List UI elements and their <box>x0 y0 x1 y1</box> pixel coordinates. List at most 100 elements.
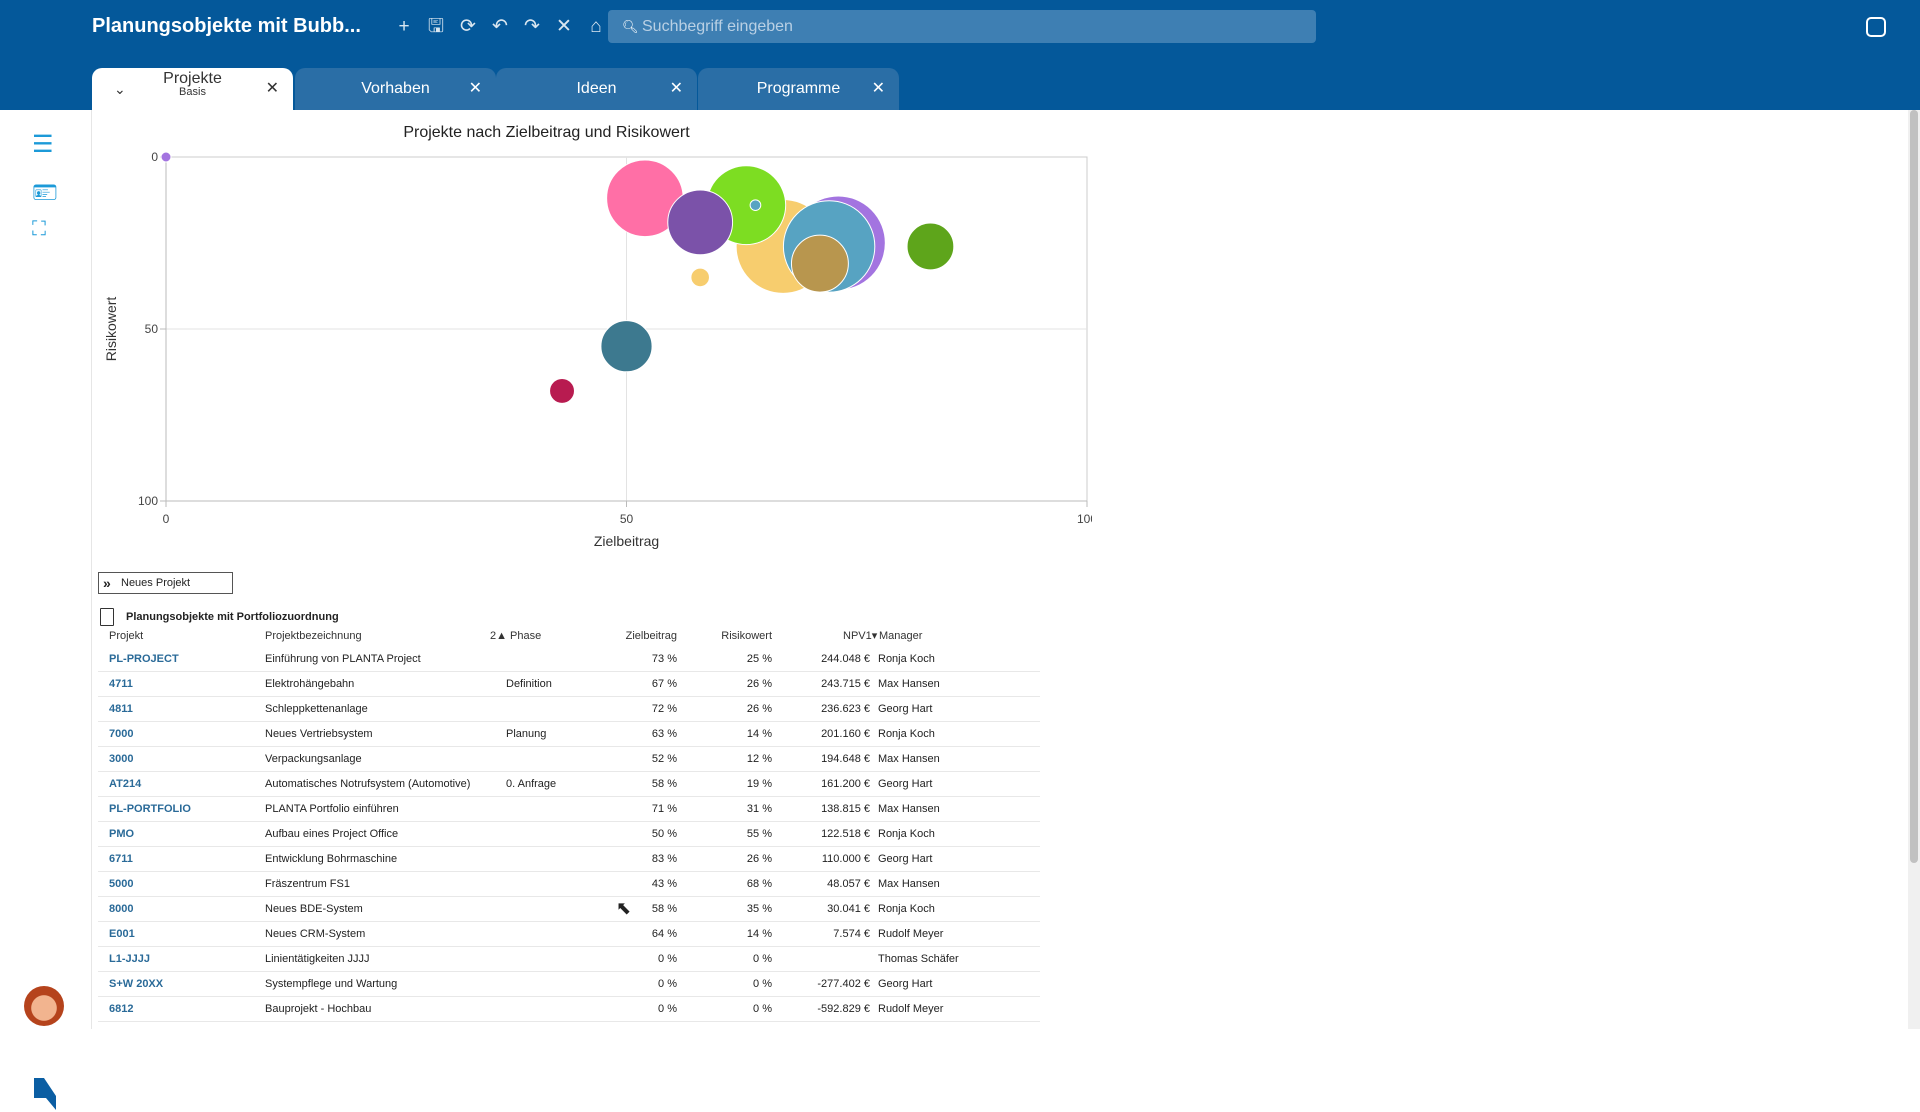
cell-projekt-link[interactable]: 6711 <box>109 847 133 871</box>
new-project-label: Neues Projekt <box>121 577 191 589</box>
tab-label: Projekte <box>163 70 222 87</box>
chevron-down-icon[interactable]: ⌄ <box>114 68 126 110</box>
cell-zielbeitrag: 83 % <box>651 853 677 865</box>
table-row[interactable]: PL-PROJECT Einführung von PLANTA Project 7… <box>98 647 1040 672</box>
table-header: Projekt Projektbezeichnung 2▲ Phase Ziel… <box>98 626 1040 647</box>
col-zielbeitrag[interactable]: Zielbeitrag <box>626 626 677 646</box>
table-row[interactable]: 6711 Entwicklung Bohrmaschine 83 % 26 % 110.… <box>98 847 1040 872</box>
cell-projekt-link[interactable]: E001 <box>109 922 135 946</box>
cell-npv: 161.200 € <box>821 778 870 790</box>
cell-projekt-link[interactable]: 5000 <box>109 872 133 896</box>
table-row[interactable]: 7000 Neues Vertriebsystem Planung 63 % 14 % 2… <box>98 722 1040 747</box>
cell-bezeichnung: Schleppkettenanlage <box>265 703 368 715</box>
chat-icon[interactable] <box>1866 17 1886 37</box>
home-icon[interactable]: ⌂ <box>584 15 608 39</box>
cell-projekt-link[interactable]: 4711 <box>109 672 133 696</box>
cell-projekt-link[interactable]: PMO <box>109 822 134 846</box>
table-row[interactable]: PMO Aufbau eines Project Office 50 % 55 % 12… <box>98 822 1040 847</box>
cell-manager: Thomas Schäfer <box>878 953 959 965</box>
search-input[interactable]: 🔍︎ Suchbegriff eingeben <box>608 10 1316 43</box>
cell-bezeichnung: Entwicklung Bohrmaschine <box>265 853 398 865</box>
cell-manager: Ronja Koch <box>878 728 935 740</box>
close-icon[interactable]: ✕ <box>552 15 576 39</box>
redo-icon[interactable]: ↷ <box>520 15 544 39</box>
plus-icon[interactable]: + <box>392 15 416 39</box>
col-projekt[interactable]: Projekt <box>109 626 143 646</box>
table-row[interactable]: 3000 Verpackungsanlage 52 % 12 % 194.648 € Ma… <box>98 747 1040 772</box>
cell-projekt-link[interactable]: PL-PROJECT <box>109 647 179 671</box>
cell-projekt-link[interactable]: PL-PORTFOLIO <box>109 797 191 821</box>
close-tab-icon[interactable]: ✕ <box>266 68 279 110</box>
org-chart-icon[interactable]: ⛶ <box>32 218 46 241</box>
new-project-button[interactable]: » Neues Projekt <box>98 572 233 594</box>
cell-npv: 243.715 € <box>821 678 870 690</box>
cell-risikowert: 35 % <box>746 903 772 915</box>
table-row[interactable]: E001 Neues CRM-System 64 % 14 % 7.574 € Rudol… <box>98 922 1040 947</box>
cell-zielbeitrag: 50 % <box>651 828 677 840</box>
avatar[interactable] <box>24 986 64 1026</box>
table-row[interactable]: 4711 Elektrohängebahn Definition 67 % 26 % 24… <box>98 672 1040 697</box>
cell-manager: Max Hansen <box>878 878 940 890</box>
x-tick-label: 50 <box>620 512 634 526</box>
mouse-cursor: ⬉ <box>616 898 632 918</box>
table-row[interactable]: PL-PORTFOLIO PLANTA Portfolio einführen 71… <box>98 797 1040 822</box>
cell-zielbeitrag: 63 % <box>651 728 677 740</box>
close-tab-icon[interactable]: ✕ <box>872 68 885 110</box>
tab-ideen[interactable]: Ideen ✕ <box>496 68 697 110</box>
scrollbar[interactable] <box>1908 110 1920 1029</box>
cell-manager: Ronja Koch <box>878 653 935 665</box>
cell-projekt-link[interactable]: 3000 <box>109 747 133 771</box>
cell-projekt-link[interactable]: 8000 <box>109 897 133 921</box>
cell-risikowert: 31 % <box>746 803 772 815</box>
col-npv[interactable]: NPV1▾ <box>843 626 877 646</box>
menu-icon[interactable]: ☰ <box>32 130 54 159</box>
col-risikowert[interactable]: Risikowert <box>721 626 772 646</box>
cell-projekt-link[interactable]: L1-JJJJ <box>109 947 150 971</box>
table-row[interactable]: S+W 20XX Systempflege und Wartung 0 % 0 % -2… <box>98 972 1040 997</box>
table-row[interactable]: 4811 Schleppkettenanlage 72 % 26 % 236.623 €… <box>98 697 1040 722</box>
tab-projekte[interactable]: ⌄ Projekte Basis ✕ <box>92 68 293 110</box>
col-bezeichnung[interactable]: Projektbezeichnung <box>265 626 362 646</box>
cell-projekt-link[interactable]: S+W 20XX <box>109 972 163 996</box>
table-row[interactable]: AT214 Automatisches Notrufsystem (Automot… <box>98 772 1040 797</box>
refresh-icon[interactable]: ⟳ <box>456 15 480 39</box>
save-icon[interactable]: 🖫 <box>424 15 448 39</box>
table-row[interactable]: 8000 Neues BDE-System 58 % 35 % 30.041 € Ronj… <box>98 897 1040 922</box>
cell-manager: Ronja Koch <box>878 828 935 840</box>
cell-risikowert: 14 % <box>746 728 772 740</box>
tab-vorhaben[interactable]: Vorhaben ✕ <box>295 68 496 110</box>
cell-npv: 138.815 € <box>821 803 870 815</box>
cell-projekt-link[interactable]: AT214 <box>109 772 141 796</box>
cell-zielbeitrag: 0 % <box>658 978 677 990</box>
scrollbar-thumb[interactable] <box>1910 110 1918 863</box>
close-tab-icon[interactable]: ✕ <box>670 68 683 110</box>
close-tab-icon[interactable]: ✕ <box>469 68 482 110</box>
table-row[interactable]: 5000 Fräszentrum FS1 43 % 68 % 48.057 € Max H… <box>98 872 1040 897</box>
col-phase[interactable]: 2▲ Phase <box>490 626 541 646</box>
tab-label: Ideen <box>576 80 617 97</box>
undo-icon[interactable]: ↶ <box>488 15 512 39</box>
sidebar: ☰ 🪪︎ ⛶ <box>0 110 92 1110</box>
cell-bezeichnung: PLANTA Portfolio einführen <box>265 803 399 815</box>
cell-manager: Rudolf Meyer <box>878 928 944 940</box>
col-manager[interactable]: Manager <box>879 626 922 646</box>
cell-risikowert: 0 % <box>753 978 772 990</box>
table-row[interactable]: L1-JJJJ Linientätigkeiten JJJJ 0 % 0 % Thoma… <box>98 947 1040 972</box>
table-title: Planungsobjekte mit Portfoliozuordnung <box>98 608 339 626</box>
document-icon <box>100 608 114 626</box>
cell-projekt-link[interactable]: 7000 <box>109 722 133 746</box>
cell-manager: Ronja Koch <box>878 903 935 915</box>
cell-risikowert: 0 % <box>753 1003 772 1015</box>
chart-title: Projekte nach Zielbeitrag und Risikowert <box>403 124 690 141</box>
bubble-pmo <box>600 320 653 373</box>
cell-risikowert: 0 % <box>753 953 772 965</box>
table-row[interactable]: 6812 Bauprojekt - Hochbau 0 % 0 % -592.829 €… <box>98 997 1040 1022</box>
cell-bezeichnung: Linientätigkeiten JJJJ <box>265 953 370 965</box>
cell-projekt-link[interactable]: 6812 <box>109 997 133 1021</box>
tab-programme[interactable]: Programme ✕ <box>698 68 899 110</box>
cell-bezeichnung: Verpackungsanlage <box>265 753 362 765</box>
cell-projekt-link[interactable]: 4811 <box>109 697 133 721</box>
cell-risikowert: 14 % <box>746 928 772 940</box>
contact-card-icon[interactable]: 🪪︎ <box>32 180 57 205</box>
cell-risikowert: 26 % <box>746 853 772 865</box>
